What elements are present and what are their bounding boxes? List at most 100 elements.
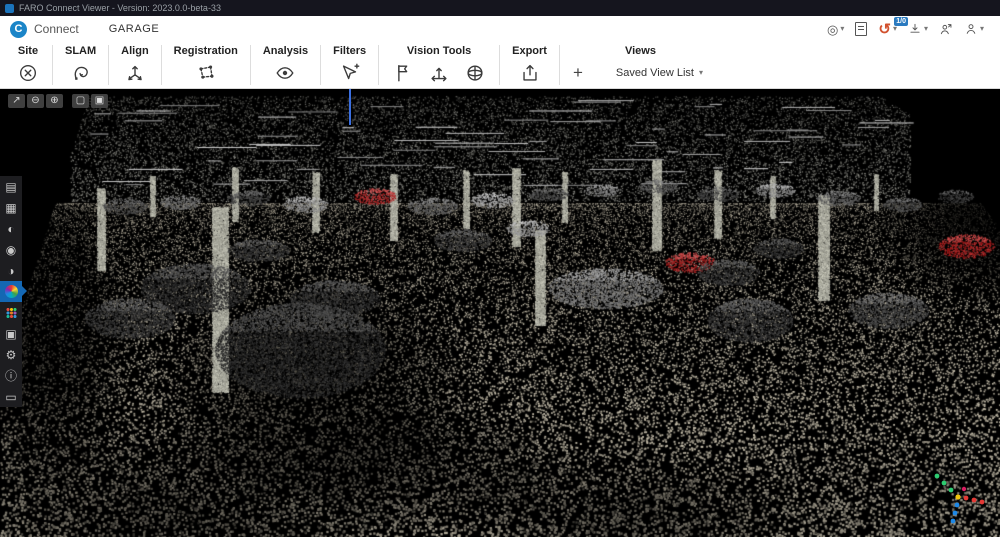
axis-gizmo[interactable]: [930, 471, 986, 525]
translate-arrows-icon: [428, 62, 450, 84]
zoom-fit-button[interactable]: ▣: [91, 94, 108, 108]
dock-item-package[interactable]: ▣: [0, 323, 22, 344]
report-button[interactable]: [855, 22, 867, 36]
group-label-filters: Filters: [333, 45, 366, 59]
undo-icon: ↺: [878, 22, 891, 37]
analysis-button[interactable]: [273, 61, 297, 85]
dock-item-contrast[interactable]: ◑: [0, 260, 22, 281]
chevron-down-icon: ▾: [980, 25, 984, 33]
undo-badge: 1/0: [894, 17, 908, 26]
export-button[interactable]: [518, 61, 542, 85]
brightness-icon: ◉: [6, 244, 16, 256]
group-label-export: Export: [512, 45, 547, 59]
ribbon-group-analysis: Analysis: [251, 42, 320, 88]
share-user-button[interactable]: [939, 22, 953, 36]
zoom-out-button[interactable]: ⊖: [27, 94, 44, 108]
ribbon-group-slam: SLAM: [53, 42, 108, 88]
ribbon-group-align: Align: [109, 42, 161, 88]
ruler-icon: ▭: [5, 391, 16, 403]
group-label-align: Align: [121, 45, 149, 59]
contrast-icon: ◑: [7, 265, 14, 277]
app-icon: [5, 4, 14, 13]
align-button[interactable]: [123, 61, 147, 85]
registration-button[interactable]: [194, 61, 218, 85]
title-bar: FARO Connect Viewer - Version: 2023.0.0-…: [0, 0, 1000, 16]
group-label-vision-tools: Vision Tools: [407, 45, 471, 59]
saved-view-list-dropdown[interactable]: Saved View List ▾: [610, 66, 709, 80]
scan-position-marker: [349, 88, 351, 125]
user-icon: [964, 22, 978, 36]
slam-trajectory-icon: [70, 62, 92, 84]
dock-item-grid[interactable]: ▦: [0, 197, 22, 218]
circle-x-icon: [17, 62, 39, 84]
chevron-down-icon: ▾: [924, 25, 928, 33]
cursor-sparkle-icon: [339, 62, 361, 84]
group-label-analysis: Analysis: [263, 45, 308, 59]
color-wheel-icon: [5, 285, 18, 298]
ribbon-toolbar: Site SLAM Align: [0, 42, 1000, 89]
ribbon-group-filters: Filters: [321, 42, 378, 88]
account-dropdown[interactable]: ▾: [964, 22, 984, 36]
align-arrows-icon: [124, 62, 146, 84]
point-cloud-canvas[interactable]: [0, 88, 1000, 537]
dock-item-shadow[interactable]: ◐: [0, 218, 22, 239]
selection-target-dropdown[interactable]: ◎ ▾: [827, 23, 844, 36]
filters-button[interactable]: [338, 61, 362, 85]
dock-item-color-wheel[interactable]: [0, 281, 22, 302]
undo-button[interactable]: ↺ 1/0 ▾: [878, 22, 897, 37]
ribbon-group-registration: Registration: [162, 42, 250, 88]
document-icon: [855, 22, 867, 36]
layers-icon: ▤: [5, 181, 16, 193]
pan-icon: ↗: [12, 96, 20, 106]
ribbon-group-site: Site: [4, 42, 52, 88]
vision-translate-button[interactable]: [427, 61, 451, 85]
flag-icon: [392, 62, 414, 84]
zoom-in-button[interactable]: ⊕: [46, 94, 63, 108]
chevron-down-icon: ▾: [840, 25, 844, 33]
active-dock-arrow-icon: [22, 286, 32, 296]
dock-item-palette[interactable]: [0, 302, 22, 323]
plus-icon: +: [573, 64, 583, 81]
chevron-down-icon: ▾: [893, 25, 897, 33]
info-icon: ⓘ: [5, 370, 17, 382]
project-tab-garage[interactable]: GARAGE: [109, 23, 160, 35]
dock-item-ruler[interactable]: ▭: [0, 386, 22, 407]
faro-logo-letter: C: [15, 23, 23, 35]
ribbon-group-vision-tools: Vision Tools: [379, 42, 499, 88]
dock-item-brightness[interactable]: ◉: [0, 239, 22, 260]
palette-icon: [5, 306, 18, 319]
dock-item-layers[interactable]: ▤: [0, 176, 22, 197]
dock-item-box-settings[interactable]: ⚙: [0, 344, 22, 365]
window-title: FARO Connect Viewer - Version: 2023.0.0-…: [19, 3, 221, 13]
pan-button[interactable]: ↗: [8, 94, 25, 108]
chevron-down-icon: ▾: [699, 68, 703, 77]
viewport-left-dock: ▤ ▦ ◐ ◉ ◑ ▣ ⚙ ⓘ ▭: [0, 176, 22, 407]
site-button[interactable]: [16, 61, 40, 85]
zoom-fit-icon: ▣: [95, 96, 104, 106]
header-actions: ◎ ▾ ↺ 1/0 ▾ ▾ ▾: [827, 22, 1000, 37]
package-icon: ▣: [5, 328, 16, 340]
app-header: C Connect GARAGE ◎ ▾ ↺ 1/0 ▾ ▾: [0, 16, 1000, 42]
zoom-window-icon: ▢: [76, 96, 85, 106]
ribbon-group-export: Export: [500, 42, 559, 88]
viewport-3d: ↗ ⊖ ⊕ ▢ ▣ ▤ ▦ ◐ ◉ ◑: [0, 88, 1000, 537]
slam-button[interactable]: [69, 61, 93, 85]
group-label-site: Site: [18, 45, 38, 59]
vision-flag-button[interactable]: [391, 61, 415, 85]
group-label-registration: Registration: [174, 45, 238, 59]
app-name: Connect: [34, 22, 79, 36]
dock-item-info[interactable]: ⓘ: [0, 365, 22, 386]
download-icon: [908, 22, 922, 36]
eye-icon: [274, 62, 296, 84]
group-label-views: Views: [625, 45, 656, 59]
zoom-window-button[interactable]: ▢: [72, 94, 89, 108]
export-icon: [519, 62, 541, 84]
vision-globe-button[interactable]: [463, 61, 487, 85]
add-view-button[interactable]: +: [572, 63, 584, 82]
shadow-icon: ◐: [7, 223, 14, 235]
globe-icon: [464, 62, 486, 84]
zoom-in-icon: ⊕: [50, 96, 58, 106]
point-network-icon: [195, 62, 217, 84]
grid-icon: ▦: [5, 202, 16, 214]
download-dropdown[interactable]: ▾: [908, 22, 928, 36]
